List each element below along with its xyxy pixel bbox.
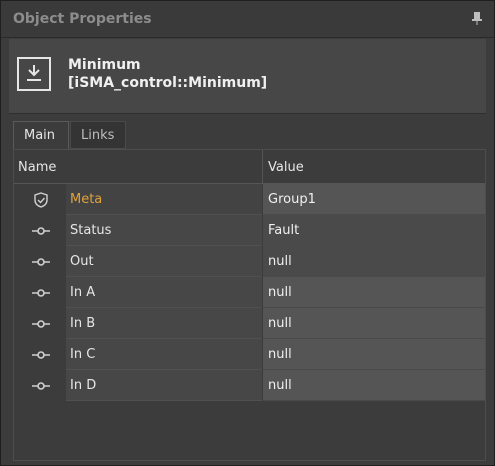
- row-value-cell[interactable]: Fault: [263, 215, 485, 246]
- panel-titlebar: Object Properties: [1, 1, 494, 38]
- slot-connector-icon: [30, 223, 52, 239]
- row-name: Out: [70, 254, 94, 269]
- table-row[interactable]: Meta Group1: [14, 184, 485, 215]
- row-name: In A: [70, 285, 96, 300]
- slot-connector-icon: [30, 347, 52, 363]
- row-name-cell: Status: [66, 215, 262, 246]
- column-divider[interactable]: [262, 150, 263, 183]
- table-row[interactable]: In D null: [14, 370, 485, 401]
- row-name-cell: In C: [66, 339, 262, 370]
- row-name-cell: Meta: [66, 184, 262, 215]
- table-row[interactable]: Out null: [14, 246, 485, 277]
- row-value-cell[interactable]: null: [263, 308, 485, 339]
- row-value: null: [268, 378, 292, 393]
- object-header: Minimum [iSMA_control::Minimum]: [9, 39, 486, 114]
- slot-connector-icon: [30, 378, 52, 394]
- object-name: Minimum: [68, 57, 141, 73]
- row-name: Meta: [70, 192, 103, 207]
- panel-title: Object Properties: [13, 11, 152, 27]
- shield-check-icon: [30, 192, 52, 208]
- row-name: In B: [70, 316, 96, 331]
- row-value: null: [268, 347, 292, 362]
- object-type: [iSMA_control::Minimum]: [68, 75, 268, 91]
- row-value: Group1: [268, 192, 316, 207]
- table-row[interactable]: In C null: [14, 339, 485, 370]
- tab-links[interactable]: Links: [70, 121, 126, 149]
- tab-main[interactable]: Main: [13, 121, 69, 149]
- row-value-cell[interactable]: null: [263, 277, 485, 308]
- row-value: Fault: [268, 223, 300, 238]
- pin-icon[interactable]: [470, 10, 484, 26]
- download-tray-icon: [17, 57, 51, 91]
- row-value: null: [268, 316, 292, 331]
- row-name: In C: [70, 347, 96, 362]
- row-name-cell: In D: [66, 370, 262, 401]
- table-row[interactable]: In B null: [14, 308, 485, 339]
- column-header-name: Name: [18, 160, 57, 175]
- row-value-cell[interactable]: null: [263, 370, 485, 401]
- slot-connector-icon: [30, 254, 52, 270]
- row-value-cell[interactable]: null: [263, 246, 485, 277]
- row-name-cell: Out: [66, 246, 262, 277]
- row-name-cell: In B: [66, 308, 262, 339]
- slot-connector-icon: [30, 316, 52, 332]
- row-value-cell[interactable]: Group1: [263, 184, 485, 215]
- properties-grid: Name Value Meta Group1 Status Fault Out …: [13, 149, 486, 461]
- row-name: Status: [70, 223, 112, 238]
- row-value: null: [268, 285, 292, 300]
- table-row[interactable]: Status Fault: [14, 215, 485, 246]
- slot-connector-icon: [30, 285, 52, 301]
- row-value: null: [268, 254, 292, 269]
- grid-header: Name Value: [14, 150, 485, 184]
- row-name-cell: In A: [66, 277, 262, 308]
- table-row[interactable]: In A null: [14, 277, 485, 308]
- object-properties-panel: Object Properties Minimum [iSMA_control:…: [0, 0, 495, 466]
- row-name: In D: [70, 378, 97, 393]
- row-value-cell[interactable]: null: [263, 339, 485, 370]
- column-header-value: Value: [268, 160, 304, 175]
